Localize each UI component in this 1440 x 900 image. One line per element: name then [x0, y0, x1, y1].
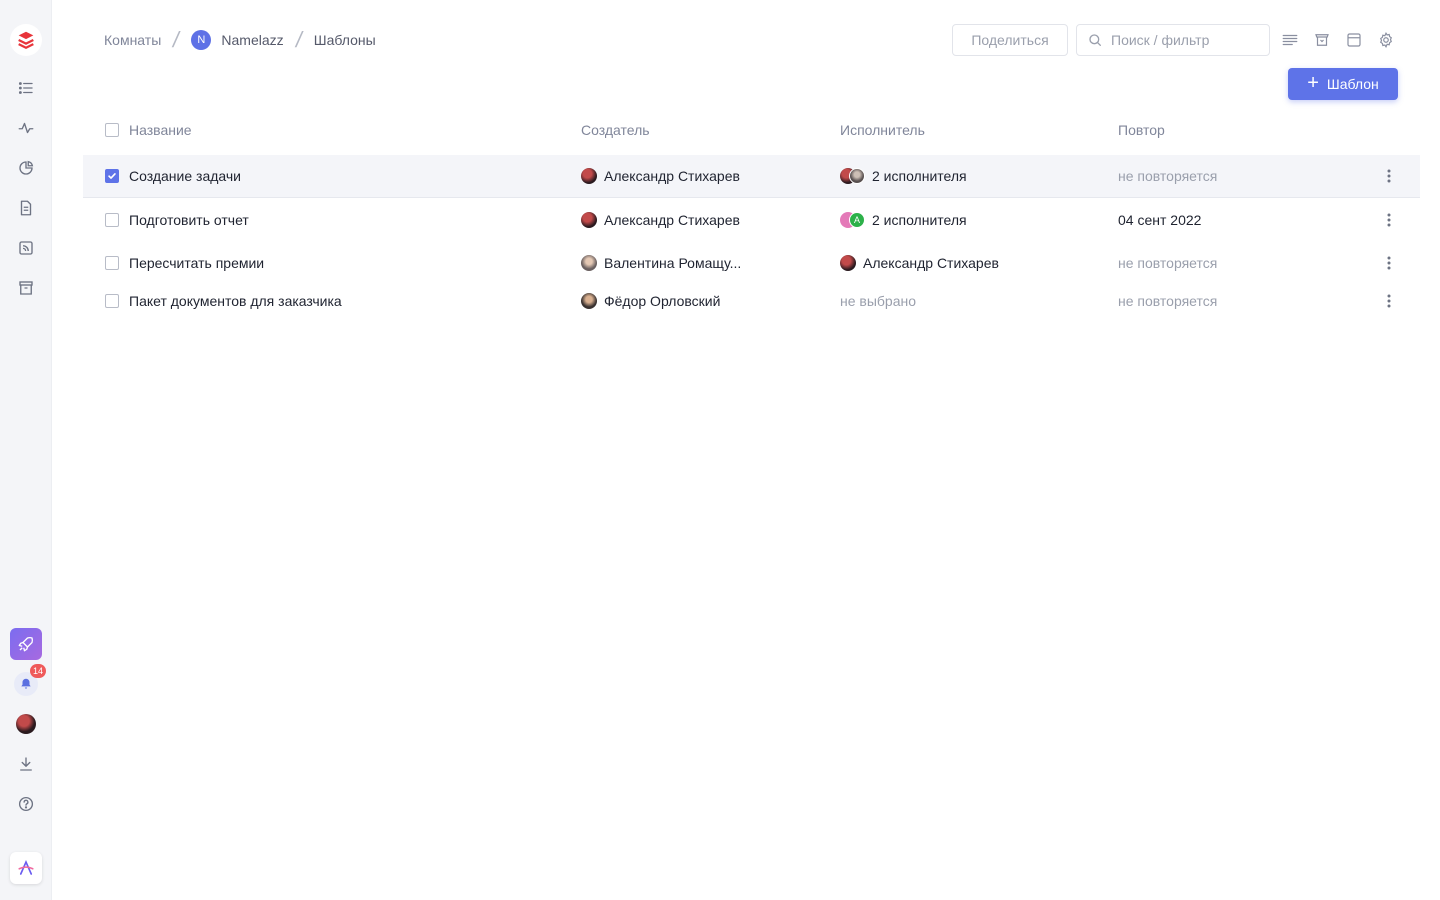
breadcrumb-rooms[interactable]: Комнаты	[104, 32, 161, 48]
creator-name: Александр Стихарев	[604, 168, 740, 184]
column-header-repeat[interactable]: Повтор	[1118, 110, 1165, 150]
template-name[interactable]: Пакет документов для заказчика	[129, 284, 342, 318]
breadcrumb-separator: /	[171, 27, 182, 52]
download-icon[interactable]	[10, 748, 42, 780]
creator-name: Валентина Ромащу...	[604, 255, 742, 271]
assignee-avatars	[840, 168, 865, 184]
repeat-value: 04 сент 2022	[1118, 212, 1202, 228]
activity-icon[interactable]	[10, 112, 42, 144]
plus-icon: +	[1307, 72, 1319, 94]
notifications-badge: 14	[29, 664, 46, 678]
table-row[interactable]: Создание задачи Александр Стихарев 2 исп…	[83, 155, 1420, 198]
column-header-creator[interactable]: Создатель	[581, 110, 650, 150]
row-checkbox[interactable]	[105, 169, 119, 183]
avatar	[581, 255, 597, 271]
room-avatar: N	[191, 30, 212, 50]
template-name[interactable]: Подготовить отчет	[129, 198, 249, 242]
sidebar: 14	[0, 0, 52, 900]
column-header-name[interactable]: Название	[129, 110, 192, 150]
row-checkbox[interactable]	[105, 256, 119, 270]
table-row[interactable]: Подготовить отчет Александр Стихарев A 2 …	[83, 198, 1420, 242]
user-avatar[interactable]	[16, 714, 36, 734]
assignee-count: 2 исполнителя	[872, 168, 967, 184]
app-logo-icon[interactable]	[10, 24, 42, 56]
row-menu-icon[interactable]	[1379, 198, 1399, 242]
archive-box-icon[interactable]	[1312, 30, 1332, 50]
search-icon	[1089, 34, 1101, 46]
feed-icon[interactable]	[10, 232, 42, 264]
row-checkbox[interactable]	[105, 294, 119, 308]
avatar	[581, 212, 597, 228]
text-lines-icon[interactable]	[1280, 30, 1300, 50]
search-field[interactable]	[1076, 24, 1270, 56]
assignee-initial: A	[849, 212, 865, 228]
add-template-label: Шаблон	[1326, 76, 1379, 92]
creator-name: Фёдор Орловский	[604, 293, 721, 309]
repeat-value: не повторяется	[1118, 168, 1218, 184]
archive-icon[interactable]	[10, 272, 42, 304]
list-icon[interactable]	[10, 72, 42, 104]
table-header: Название Создатель Исполнитель Повтор	[83, 110, 1420, 150]
avatar	[581, 293, 597, 309]
notifications-bell-icon[interactable]: 14	[14, 664, 46, 696]
row-checkbox[interactable]	[105, 213, 119, 227]
template-name[interactable]: Создание задачи	[129, 155, 241, 197]
template-name[interactable]: Пересчитать премии	[129, 242, 264, 284]
row-menu-icon[interactable]	[1379, 242, 1399, 284]
breadcrumb: Комнаты / N Namelazz / Шаблоны	[104, 27, 376, 52]
share-button[interactable]: Поделиться	[952, 24, 1068, 56]
help-icon[interactable]	[10, 788, 42, 820]
avatar	[581, 168, 597, 184]
creator-name: Александр Стихарев	[604, 212, 740, 228]
brand-logo-icon[interactable]	[10, 852, 42, 884]
row-menu-icon[interactable]	[1379, 155, 1399, 197]
assignee-count: 2 исполнителя	[872, 212, 967, 228]
breadcrumb-room[interactable]: Namelazz	[221, 32, 283, 48]
column-header-assignee[interactable]: Исполнитель	[840, 110, 925, 150]
avatar	[840, 255, 856, 271]
search-input[interactable]	[1111, 32, 1261, 48]
window-icon[interactable]	[1344, 30, 1364, 50]
table-row[interactable]: Пакет документов для заказчика Фёдор Орл…	[83, 284, 1420, 318]
gear-icon[interactable]	[1376, 30, 1396, 50]
select-all-checkbox[interactable]	[105, 123, 119, 137]
rocket-icon[interactable]	[10, 628, 42, 660]
table-row[interactable]: Пересчитать премии Валентина Ромащу... А…	[83, 242, 1420, 284]
assignee-empty: не выбрано	[840, 293, 917, 309]
repeat-value: не повторяется	[1118, 293, 1218, 309]
add-template-button[interactable]: + Шаблон	[1288, 68, 1398, 100]
assignee-avatars: A	[840, 212, 865, 228]
templates-table: Название Создатель Исполнитель Повтор Со…	[83, 110, 1420, 318]
repeat-value: не повторяется	[1118, 255, 1218, 271]
document-icon[interactable]	[10, 192, 42, 224]
breadcrumb-current-page: Шаблоны	[313, 32, 376, 48]
pie-chart-icon[interactable]	[10, 152, 42, 184]
breadcrumb-separator: /	[293, 27, 305, 52]
assignee-name: Александр Стихарев	[863, 255, 999, 271]
row-menu-icon[interactable]	[1379, 284, 1399, 318]
